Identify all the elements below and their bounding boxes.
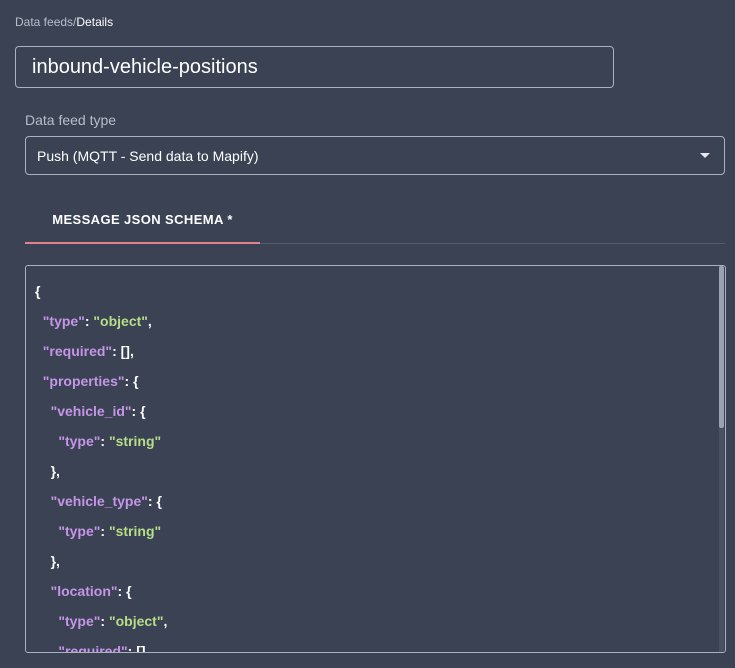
code-line: "type": "object", <box>35 306 167 336</box>
breadcrumb-data-feeds-link[interactable]: Data feeds <box>15 15 73 29</box>
json-punctuation: { <box>156 493 162 509</box>
editor-scrollbar[interactable] <box>719 266 724 652</box>
code-line: }, <box>35 546 167 576</box>
json-punctuation: { <box>140 403 146 419</box>
feed-name-input[interactable]: inbound-vehicle-positions <box>15 46 614 88</box>
code-line: "required": [], <box>35 636 167 653</box>
json-punctuation: [], <box>136 643 150 653</box>
data-feed-details-page: Data feeds/Details inbound-vehicle-posit… <box>0 0 735 668</box>
json-punctuation: [], <box>120 343 134 359</box>
json-colon: : <box>124 373 134 389</box>
code-line: }, <box>35 456 167 486</box>
chevron-down-icon[interactable] <box>700 153 710 158</box>
json-punctuation: , <box>163 613 168 629</box>
code-content[interactable]: { "type": "object", "required": [], "pro… <box>35 276 167 653</box>
feed-name-value: inbound-vehicle-positions <box>32 55 258 78</box>
json-colon: : <box>117 583 127 599</box>
code-line: "vehicle_type": { <box>35 486 167 516</box>
code-line: { <box>35 276 167 306</box>
json-string-value: "object" <box>108 613 164 629</box>
json-key: "type" <box>58 433 101 449</box>
tab-message-json-schema[interactable]: MESSAGE JSON SCHEMA * <box>25 196 260 244</box>
json-key: "vehicle_type" <box>50 493 148 509</box>
json-colon: : <box>100 523 109 539</box>
data-feed-type-label: Data feed type <box>25 112 117 128</box>
editor-scroll-thumb[interactable] <box>719 266 724 428</box>
data-feed-type-select[interactable]: Push (MQTT - Send data to Mapify) <box>25 136 725 175</box>
code-line: "type": "object", <box>35 606 167 636</box>
json-punctuation: { <box>133 373 139 389</box>
json-colon: : <box>131 403 141 419</box>
json-punctuation: { <box>35 283 41 299</box>
json-key: "required" <box>42 343 113 359</box>
tab-label: MESSAGE JSON SCHEMA * <box>52 211 233 227</box>
json-key: "properties" <box>42 373 125 389</box>
code-line: "location": { <box>35 576 167 606</box>
code-line: "type": "string" <box>35 516 167 546</box>
data-feed-type-value: Push (MQTT - Send data to Mapify) <box>37 147 259 164</box>
json-punctuation: }, <box>50 463 60 479</box>
json-key: "type" <box>42 313 85 329</box>
json-punctuation: { <box>126 583 132 599</box>
code-line: "type": "string" <box>35 426 167 456</box>
json-colon: : <box>112 343 121 359</box>
code-line: "required": [], <box>35 336 167 366</box>
json-colon: : <box>100 433 109 449</box>
json-colon: : <box>127 643 137 653</box>
json-string-value: "object" <box>93 313 148 329</box>
json-punctuation: }, <box>50 553 60 569</box>
tab-bar: MESSAGE JSON SCHEMA * <box>25 196 725 244</box>
json-punctuation: , <box>147 313 152 329</box>
json-key: "required" <box>58 643 128 653</box>
json-colon: : <box>100 613 109 629</box>
breadcrumb-current: Details <box>76 15 114 29</box>
code-line: "vehicle_id": { <box>35 396 167 426</box>
json-string-value: "string" <box>108 523 162 539</box>
code-line: "properties": { <box>35 366 167 396</box>
breadcrumb: Data feeds/Details <box>15 14 113 30</box>
json-key: "type" <box>58 523 101 539</box>
json-key: "type" <box>58 613 101 629</box>
json-key: "vehicle_id" <box>50 403 132 419</box>
json-key: "location" <box>50 583 118 599</box>
json-schema-editor[interactable]: { "type": "object", "required": [], "pro… <box>25 265 726 653</box>
json-string-value: "string" <box>108 433 162 449</box>
